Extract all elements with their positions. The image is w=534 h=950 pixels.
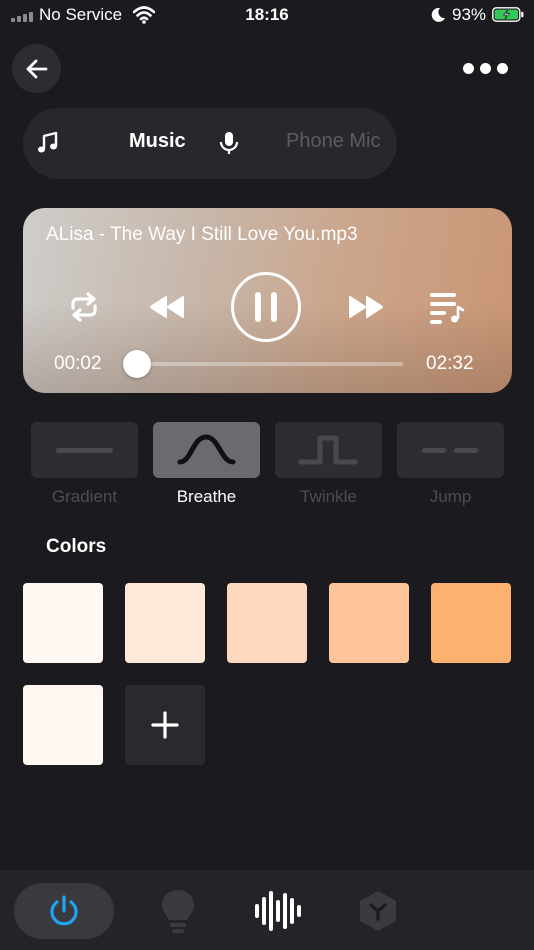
- pulse-step-icon: [298, 435, 358, 465]
- more-dots-icon: [462, 62, 474, 74]
- bulb-icon: [162, 890, 194, 933]
- mode-twinkle[interactable]: [275, 422, 382, 478]
- battery-icon: [492, 7, 524, 22]
- fast-forward-button[interactable]: [347, 294, 385, 320]
- nav-light[interactable]: [152, 883, 204, 939]
- nav-power[interactable]: [14, 883, 114, 939]
- color-swatch[interactable]: [23, 685, 103, 765]
- playlist-button[interactable]: [428, 290, 466, 324]
- nav-scene[interactable]: [351, 883, 405, 939]
- bottom-nav: [0, 870, 534, 950]
- color-swatch[interactable]: [431, 583, 511, 663]
- source-phone-mic-tab[interactable]: Phone Mic: [286, 130, 381, 153]
- playlist-icon: [430, 293, 465, 324]
- rewind-button[interactable]: [148, 294, 186, 320]
- power-icon: [50, 895, 78, 926]
- rewind-icon: [150, 295, 184, 319]
- mode-gradient[interactable]: [31, 422, 138, 478]
- mode-label-jump[interactable]: Jump: [397, 487, 504, 507]
- progress-knob[interactable]: [122, 350, 151, 378]
- mode-breathe[interactable]: [153, 422, 260, 478]
- play-pause-button[interactable]: [231, 272, 301, 342]
- track-title: ALisa - The Way I Still Love You.mp3: [46, 224, 358, 245]
- color-swatch[interactable]: [227, 583, 307, 663]
- more-button[interactable]: [455, 54, 515, 82]
- music-player-card: ALisa - The Way I Still Love You.mp3 00:…: [23, 208, 512, 393]
- repeat-button[interactable]: [67, 292, 101, 322]
- battery-percent: 93%: [452, 5, 487, 24]
- moon-icon: [431, 7, 445, 22]
- total-time: 02:32: [426, 353, 474, 374]
- mode-jump[interactable]: [397, 422, 504, 478]
- mode-label-breathe[interactable]: Breathe: [153, 487, 260, 507]
- color-swatch[interactable]: [329, 583, 409, 663]
- mode-label-twinkle[interactable]: Twinkle: [275, 487, 382, 507]
- plus-icon: [151, 711, 179, 739]
- color-swatch[interactable]: [125, 583, 205, 663]
- status-bar: No Service 18:16 93%: [0, 0, 534, 30]
- repeat-icon: [71, 292, 97, 322]
- mode-label-gradient[interactable]: Gradient: [31, 487, 138, 507]
- color-swatch[interactable]: [23, 583, 103, 663]
- back-button[interactable]: [12, 44, 61, 93]
- colors-title: Colors: [46, 536, 107, 557]
- flat-line-icon: [56, 448, 113, 453]
- nav-music[interactable]: [250, 883, 306, 939]
- source-music-tab[interactable]: Music: [129, 130, 186, 153]
- arrow-left-icon: [26, 59, 47, 78]
- sound-wave-icon: [255, 891, 301, 931]
- fast-forward-icon: [349, 295, 383, 319]
- hexagon-y-icon: [360, 891, 396, 931]
- dashed-line-icon: [422, 448, 478, 453]
- current-time: 00:02: [54, 353, 102, 374]
- pause-icon: [255, 292, 277, 322]
- progress-slider[interactable]: [122, 350, 403, 378]
- wave-curve-icon: [177, 434, 236, 465]
- add-color-button[interactable]: [125, 685, 205, 765]
- source-selector: Music Phone Mic: [23, 108, 397, 179]
- microphone-icon: [219, 132, 239, 154]
- music-note-icon: [38, 131, 58, 153]
